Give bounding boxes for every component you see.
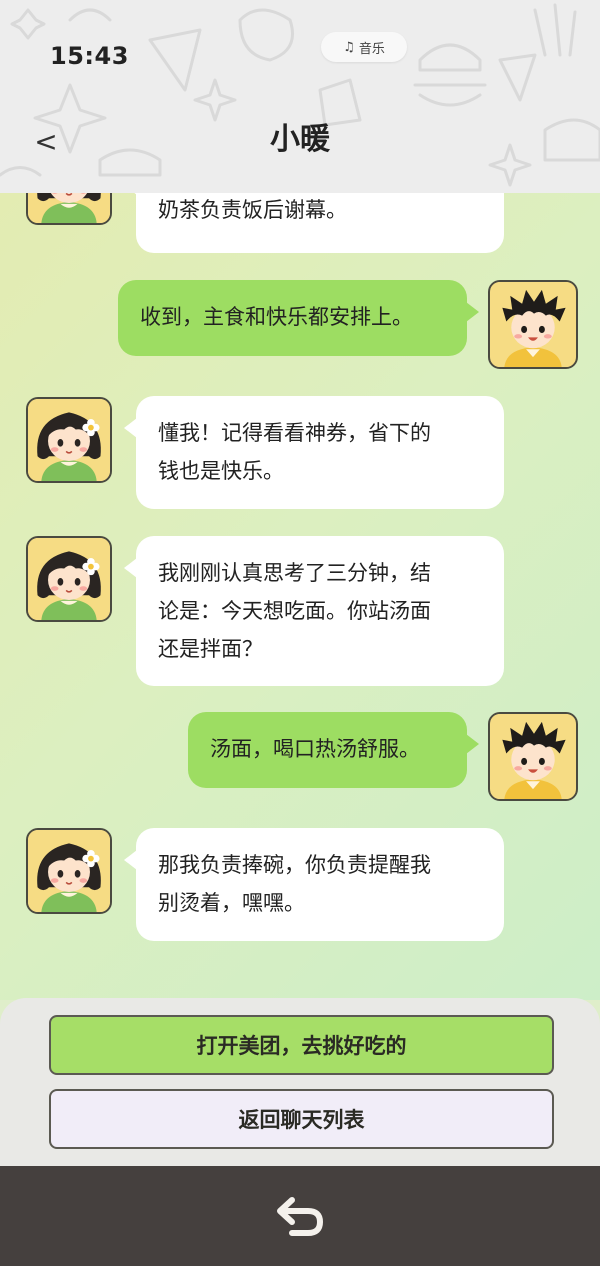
girl-avatar[interactable] <box>26 536 112 622</box>
message-text: 汤面，喝口热汤舒服。 <box>210 737 420 761</box>
page-title: 小暖 <box>270 122 330 157</box>
message-bubble-left: 我刚刚认真思考了三分钟，结 论是：今天想吃面。你站汤面 还是拌面？ <box>124 536 504 686</box>
header-doodle-pattern <box>0 3 600 187</box>
return-arrow-icon[interactable] <box>272 1191 328 1241</box>
back-to-chat-list-button[interactable]: 返回聊天列表 <box>49 1089 554 1149</box>
message-text-line: 钱也是快乐。 <box>158 459 284 483</box>
message-text-line: 别烫着，嘿嘿。 <box>158 891 305 915</box>
music-note-icon: ♫ <box>343 39 355 55</box>
message-bubble-left: 奶茶负责饭后谢幕。 <box>124 193 504 253</box>
message-text-line: 懂我！记得看看神券，省下的 <box>158 421 431 445</box>
open-meituan-button[interactable]: 打开美团，去挑好吃的 <box>49 1015 554 1075</box>
message-text: 奶茶负责饭后谢幕。 <box>158 198 347 222</box>
message-bubble-left: 那我负责捧碗，你负责提醒我 别烫着，嘿嘿。 <box>124 828 504 941</box>
boy-avatar[interactable] <box>488 712 578 801</box>
music-button[interactable]: ♫ 音乐 <box>321 32 407 62</box>
message-text-line: 论是：今天想吃面。你站汤面 <box>158 599 431 623</box>
boy-avatar[interactable] <box>488 280 578 369</box>
girl-avatar[interactable] <box>26 397 112 483</box>
message-text-line: 我刚刚认真思考了三分钟，结 <box>158 561 431 585</box>
chat-area[interactable]: 奶茶负责饭后谢幕。 收到，主食和快乐都安排上。 懂我！记得看看神券，省下的 钱也… <box>0 193 600 1000</box>
message-bubble-left: 懂我！记得看看神券，省下的 钱也是快乐。 <box>124 396 504 509</box>
message-text: 收到，主食和快乐都安排上。 <box>140 305 413 329</box>
header: 15:43 ♫ 音乐 < 小暖 <box>0 0 600 193</box>
bottom-nav-bar <box>0 1166 600 1266</box>
message-bubble-right: 汤面，喝口热汤舒服。 <box>188 712 479 788</box>
message-text-line: 那我负责捧碗，你负责提醒我 <box>158 853 431 877</box>
status-time: 15:43 <box>50 42 129 70</box>
action-panel: 打开美团，去挑好吃的 返回聊天列表 <box>0 998 600 1166</box>
girl-avatar[interactable] <box>26 193 112 225</box>
music-label: 音乐 <box>358 41 385 57</box>
girl-avatar[interactable] <box>26 828 112 914</box>
message-bubble-right: 收到，主食和快乐都安排上。 <box>118 280 479 356</box>
message-text-line: 还是拌面？ <box>158 637 263 661</box>
